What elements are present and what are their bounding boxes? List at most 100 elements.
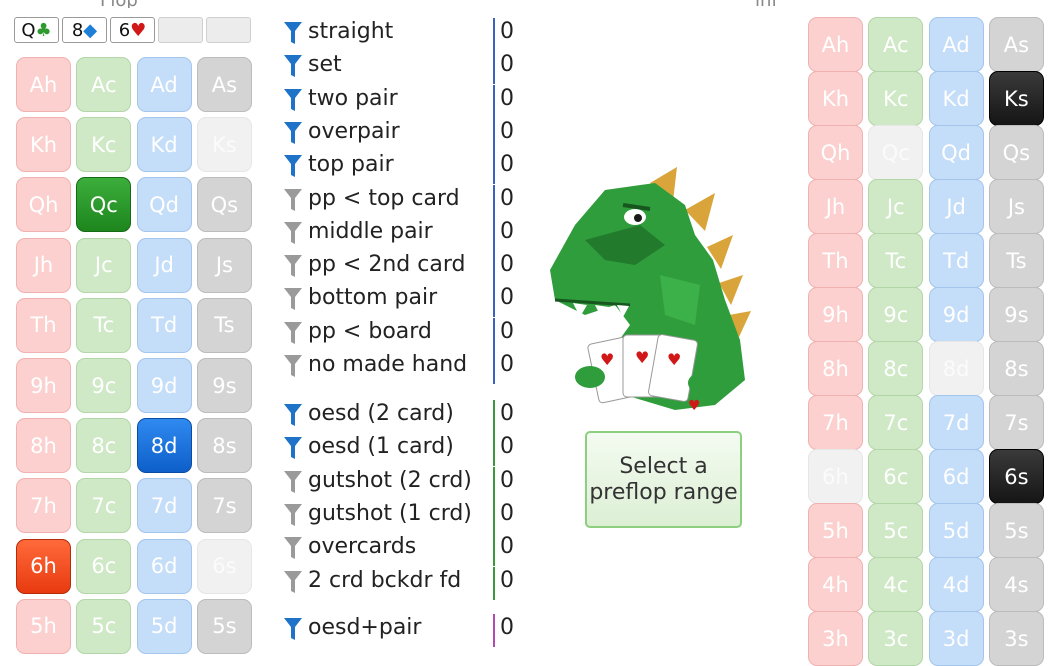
card-7s[interactable]: 7s: [196, 478, 252, 534]
card-9s[interactable]: 9s: [196, 358, 252, 413]
card-Ac[interactable]: Ac: [868, 17, 924, 72]
card-5s[interactable]: 5s: [196, 598, 252, 654]
card-7c[interactable]: 7c: [76, 478, 132, 534]
card-5c[interactable]: 5c: [868, 503, 924, 558]
filter-funnel-icon[interactable]: [283, 21, 303, 45]
card-4s[interactable]: 4s: [988, 557, 1044, 612]
card-Ts[interactable]: Ts: [988, 233, 1044, 288]
card-Jh[interactable]: Jh: [808, 179, 863, 234]
card-5d[interactable]: 5d: [928, 503, 984, 558]
filter-funnel-icon[interactable]: [283, 570, 303, 594]
card-Kc[interactable]: Kc: [76, 117, 132, 173]
card-Qd[interactable]: Qd: [928, 125, 984, 180]
card-6c[interactable]: 6c: [76, 538, 132, 594]
card-Ac[interactable]: Ac: [76, 57, 132, 112]
card-8h[interactable]: 8h: [16, 418, 71, 474]
card-Qh[interactable]: Qh: [16, 177, 71, 233]
filter-funnel-icon[interactable]: [283, 470, 303, 494]
card-9d[interactable]: 9d: [136, 358, 192, 413]
filter-funnel-icon[interactable]: [283, 254, 303, 278]
card-Td[interactable]: Td: [928, 233, 984, 288]
filter-funnel-icon[interactable]: [283, 154, 303, 178]
card-5d[interactable]: 5d: [136, 598, 192, 654]
card-3c[interactable]: 3c: [868, 611, 924, 666]
card-Jc[interactable]: Jc: [76, 237, 132, 293]
card-6d[interactable]: 6d: [136, 538, 192, 594]
card-Qh[interactable]: Qh: [808, 125, 863, 180]
filter-funnel-icon[interactable]: [283, 221, 303, 245]
card-5h[interactable]: 5h: [808, 503, 863, 558]
card-4d[interactable]: 4d: [928, 557, 984, 612]
card-8c[interactable]: 8c: [868, 341, 924, 396]
filter-funnel-icon[interactable]: [283, 54, 303, 78]
card-4h[interactable]: 4h: [808, 557, 863, 612]
filter-funnel-icon[interactable]: [283, 536, 303, 560]
select-preflop-range-button[interactable]: Select a preflop range: [585, 431, 742, 528]
board-card[interactable]: 8 ◆: [62, 17, 107, 43]
card-3s[interactable]: 3s: [988, 611, 1044, 666]
card-6h[interactable]: 6h: [16, 538, 71, 594]
filter-funnel-icon[interactable]: [283, 188, 303, 212]
card-7c[interactable]: 7c: [868, 395, 924, 450]
card-Ad[interactable]: Ad: [928, 17, 984, 72]
card-9h[interactable]: 9h: [808, 287, 863, 342]
board-card-empty[interactable]: [206, 17, 251, 43]
card-4c[interactable]: 4c: [868, 557, 924, 612]
card-Qs[interactable]: Qs: [988, 125, 1044, 180]
card-Kd[interactable]: Kd: [136, 117, 192, 173]
card-Js[interactable]: Js: [988, 179, 1044, 234]
card-7d[interactable]: 7d: [136, 478, 192, 534]
filter-funnel-icon[interactable]: [283, 617, 303, 641]
card-5s[interactable]: 5s: [988, 503, 1044, 558]
card-3d[interactable]: 3d: [928, 611, 984, 666]
card-9h[interactable]: 9h: [16, 358, 71, 413]
street-tab-label[interactable]: Flop: [100, 0, 138, 8]
board-card-empty[interactable]: [158, 17, 203, 43]
card-Qs[interactable]: Qs: [196, 177, 252, 233]
card-8s[interactable]: 8s: [988, 341, 1044, 396]
card-7h[interactable]: 7h: [808, 395, 863, 450]
filter-funnel-icon[interactable]: [283, 354, 303, 378]
filter-funnel-icon[interactable]: [283, 321, 303, 345]
card-6c[interactable]: 6c: [868, 449, 924, 504]
filter-funnel-icon[interactable]: [283, 403, 303, 427]
card-5h[interactable]: 5h: [16, 598, 71, 654]
card-Ks[interactable]: Ks: [988, 71, 1044, 126]
card-6s[interactable]: 6s: [196, 538, 252, 594]
filter-funnel-icon[interactable]: [283, 121, 303, 145]
card-6h[interactable]: 6h: [808, 449, 863, 504]
card-Qc[interactable]: Qc: [76, 177, 132, 233]
card-7d[interactable]: 7d: [928, 395, 984, 450]
card-Kc[interactable]: Kc: [868, 71, 924, 126]
filter-funnel-icon[interactable]: [283, 436, 303, 460]
board-card[interactable]: Q ♣: [14, 17, 59, 43]
card-As[interactable]: As: [988, 17, 1044, 72]
card-6s[interactable]: 6s: [988, 449, 1044, 504]
card-Jc[interactable]: Jc: [868, 179, 924, 234]
card-Th[interactable]: Th: [16, 297, 71, 353]
card-Td[interactable]: Td: [136, 297, 192, 353]
card-8d[interactable]: 8d: [928, 341, 984, 396]
board-card[interactable]: 6 ♥: [110, 17, 155, 43]
card-Kh[interactable]: Kh: [808, 71, 863, 126]
card-9c[interactable]: 9c: [868, 287, 924, 342]
card-3h[interactable]: 3h: [808, 611, 863, 666]
card-7h[interactable]: 7h: [16, 478, 71, 534]
filter-funnel-icon[interactable]: [283, 287, 303, 311]
card-Jd[interactable]: Jd: [928, 179, 984, 234]
card-Qc[interactable]: Qc: [868, 125, 924, 180]
card-8h[interactable]: 8h: [808, 341, 863, 396]
filter-funnel-icon[interactable]: [283, 503, 303, 527]
card-Js[interactable]: Js: [196, 237, 252, 293]
card-Ah[interactable]: Ah: [808, 17, 863, 72]
card-Jd[interactable]: Jd: [136, 237, 192, 293]
card-Kd[interactable]: Kd: [928, 71, 984, 126]
card-7s[interactable]: 7s: [988, 395, 1044, 450]
card-9d[interactable]: 9d: [928, 287, 984, 342]
card-9s[interactable]: 9s: [988, 287, 1044, 342]
card-Tc[interactable]: Tc: [868, 233, 924, 288]
card-9c[interactable]: 9c: [76, 358, 132, 413]
card-Tc[interactable]: Tc: [76, 297, 132, 353]
card-8s[interactable]: 8s: [196, 418, 252, 474]
card-8d[interactable]: 8d: [136, 418, 192, 474]
